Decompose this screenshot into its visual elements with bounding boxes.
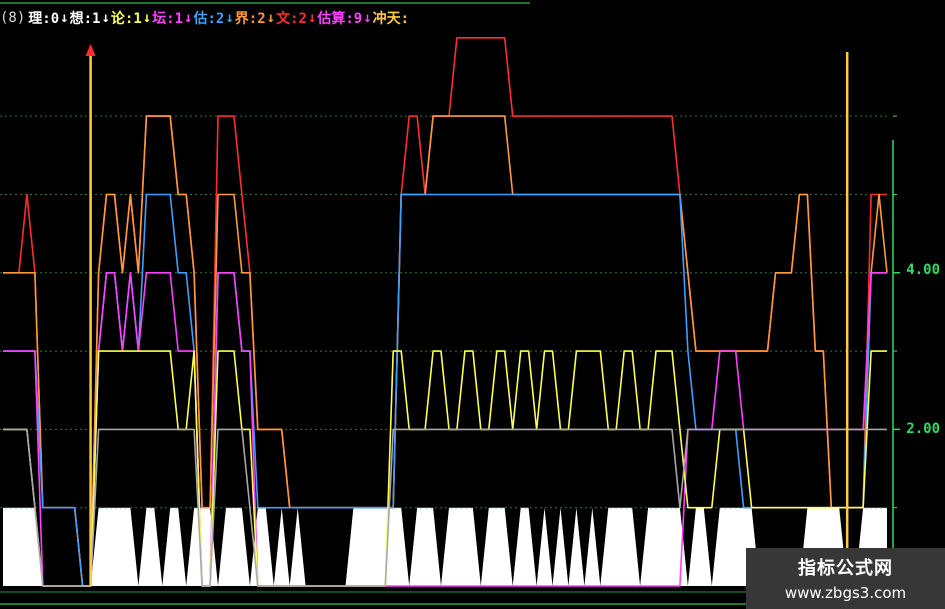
down-arrow-icon: ↓: [363, 10, 372, 26]
legend-label: 界:2: [234, 11, 266, 27]
legend-item-4: 估:2 ↓: [193, 8, 234, 28]
legend-label: 文:2: [276, 11, 307, 27]
legend-item-6: 文:2 ↓: [276, 8, 317, 28]
legend-item-1: 想:1 ↓: [70, 8, 111, 28]
y-tick-label-4: 4.00: [906, 262, 940, 278]
y-tick-label-2: 2.00: [906, 421, 940, 437]
legend-label: 估算:9: [317, 11, 363, 27]
down-arrow-icon: ↓: [225, 10, 234, 26]
legend-item-0: 理:0 ↓: [28, 8, 69, 28]
down-arrow-icon: ↓: [142, 10, 152, 26]
watermark-title: 指标公式网: [798, 558, 893, 579]
legend-item-5: 界:2 ↓: [235, 8, 276, 28]
legend-label: 论:1: [110, 11, 142, 27]
watermark-badge: 指标公式网 www.zbgs3.com: [746, 548, 945, 609]
down-arrow-icon: ↓: [184, 10, 193, 26]
up-arrow-icon: [85, 44, 96, 56]
legend-label: 坛:1: [152, 11, 184, 27]
down-arrow-icon: ↓: [307, 10, 317, 26]
line-series-0: [3, 37, 887, 587]
legend-item-2: 论:1 ↓: [111, 8, 152, 28]
down-arrow-icon: ↓: [101, 10, 110, 26]
chart-canvas: [0, 2, 945, 605]
watermark-url: www.zbgs3.com: [784, 584, 907, 602]
legend-label: 冲天:: [372, 11, 410, 27]
legend-item-8: 冲天:: [373, 8, 409, 28]
legend-label: 想:1: [69, 11, 101, 27]
down-arrow-icon: ↓: [60, 10, 69, 26]
legend-label: 理:0: [28, 11, 60, 27]
legend-item-7: 估算:9 ↓: [317, 8, 372, 28]
legend-item-3: 坛:1 ↓: [152, 8, 193, 28]
indicator-legend: (8) 理:0 ↓ 想:1 ↓ 论:1 ↓ 坛:1 ↓ 估:2 ↓ 界:2 ↓ 文:2 ↓ 估算:9 ↓ 冲天:: [0, 6, 409, 30]
down-arrow-icon: ↓: [266, 10, 276, 26]
period-prefix: (8): [0, 10, 26, 26]
legend-label: 估:2: [193, 11, 225, 27]
